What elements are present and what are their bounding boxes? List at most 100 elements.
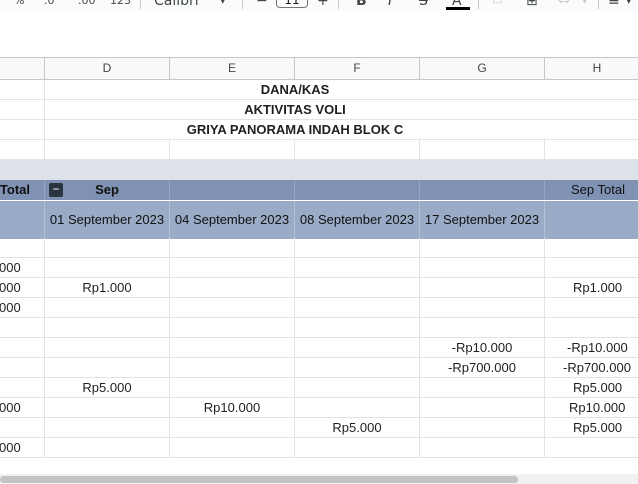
column-header-f[interactable]: F [295,58,420,79]
date-header-cell[interactable]: 17 September 2023 [420,201,545,239]
cell[interactable] [170,140,295,160]
cell[interactable] [170,378,295,398]
cell[interactable] [45,318,170,338]
font-size-input[interactable]: 11 [276,0,308,8]
cell[interactable] [420,378,545,398]
cell[interactable] [295,160,420,180]
cell[interactable] [45,418,170,438]
cell[interactable] [295,398,420,418]
chevron-down-icon[interactable]: ▾ [582,0,588,10]
decrease-decimal-button[interactable]: .0 [44,0,55,10]
cell[interactable] [295,378,420,398]
column-header-h[interactable]: H [545,58,638,79]
cell[interactable] [170,238,295,258]
cell[interactable]: Rp5.000 [545,378,638,398]
cell[interactable] [45,298,170,318]
cell[interactable] [420,140,545,160]
cell[interactable] [420,438,545,458]
cell[interactable] [0,140,45,160]
cell[interactable] [545,438,638,458]
cell[interactable] [545,120,638,140]
cell[interactable] [0,358,45,378]
cell[interactable] [0,238,45,258]
merge-cells-icon[interactable]: ⇔ [558,0,570,10]
cell[interactable] [295,358,420,378]
bold-button[interactable]: B [356,0,367,10]
cell[interactable] [545,318,638,338]
horizontal-scrollbar[interactable] [0,474,638,484]
cell[interactable] [0,100,45,120]
cell[interactable] [545,298,638,318]
cell[interactable] [420,398,545,418]
cell[interactable] [45,398,170,418]
cell[interactable]: -Rp10.000 [545,338,638,358]
format-percent-button[interactable]: % [14,0,24,10]
cell[interactable] [45,358,170,378]
horizontal-align-icon[interactable]: ≡ [608,0,620,10]
column-header-d[interactable]: D [45,58,170,79]
cell[interactable] [545,160,638,180]
cell[interactable] [170,258,295,278]
cell[interactable] [170,318,295,338]
cell[interactable] [295,318,420,338]
cell[interactable]: 000 [0,438,45,458]
cell[interactable] [45,338,170,358]
cell[interactable]: 000 [0,278,45,298]
chevron-down-icon[interactable]: ▾ [626,0,632,10]
cell[interactable]: Rp5.000 [45,378,170,398]
cell[interactable] [420,160,545,180]
cell[interactable] [170,358,295,378]
decrease-font-size-button[interactable]: − [256,0,268,10]
increase-font-size-button[interactable]: + [317,0,329,10]
collapse-group-icon[interactable]: − [49,183,63,197]
cell[interactable] [0,378,45,398]
cell[interactable]: -Rp700.000 [545,358,638,378]
left-total-header[interactable]: Total [0,180,45,200]
cell[interactable] [545,140,638,160]
italic-button[interactable]: I [388,0,392,10]
cell[interactable] [45,140,170,160]
cell[interactable] [0,201,45,239]
cell[interactable] [45,238,170,258]
cell[interactable] [295,278,420,298]
column-header-g[interactable]: G [420,58,545,79]
column-header-e[interactable]: E [170,58,295,79]
cell[interactable] [295,238,420,258]
date-header-cell[interactable]: 04 September 2023 [170,201,295,239]
cell[interactable]: Rp1.000 [45,278,170,298]
cell[interactable] [545,80,638,100]
cell[interactable] [420,278,545,298]
strikethrough-button[interactable]: S [419,0,428,10]
cell[interactable] [45,438,170,458]
cell[interactable]: 000 [0,298,45,318]
scrollbar-thumb[interactable] [0,476,518,483]
column-header-c[interactable] [0,58,45,79]
cell[interactable] [0,160,45,180]
date-header-cell[interactable]: 01 September 2023 [45,201,170,239]
cell[interactable] [295,338,420,358]
cell[interactable] [0,338,45,358]
cell[interactable] [420,418,545,438]
cell[interactable] [170,278,295,298]
cell[interactable] [545,258,638,278]
cell[interactable] [0,418,45,438]
chevron-down-icon[interactable]: ▾ [220,0,226,10]
fill-color-icon[interactable]: ▭ [492,0,502,10]
cell[interactable]: Rp5.000 [545,418,638,438]
cell[interactable] [45,160,170,180]
cell[interactable] [295,180,420,200]
cell[interactable]: Rp10.000 [545,398,638,418]
date-header-cell[interactable]: 08 September 2023 [295,201,420,239]
cell[interactable] [295,140,420,160]
cell[interactable] [0,120,45,140]
cell[interactable] [45,258,170,278]
cell[interactable] [545,201,638,239]
more-formats-button[interactable]: 123 [110,0,131,10]
cell[interactable]: 000 [0,398,45,418]
cell[interactable] [545,100,638,120]
cell[interactable] [170,438,295,458]
cell[interactable]: -Rp700.000 [420,358,545,378]
cell[interactable] [170,180,295,200]
cell[interactable] [170,338,295,358]
font-family-select[interactable]: Calibri [154,0,199,10]
